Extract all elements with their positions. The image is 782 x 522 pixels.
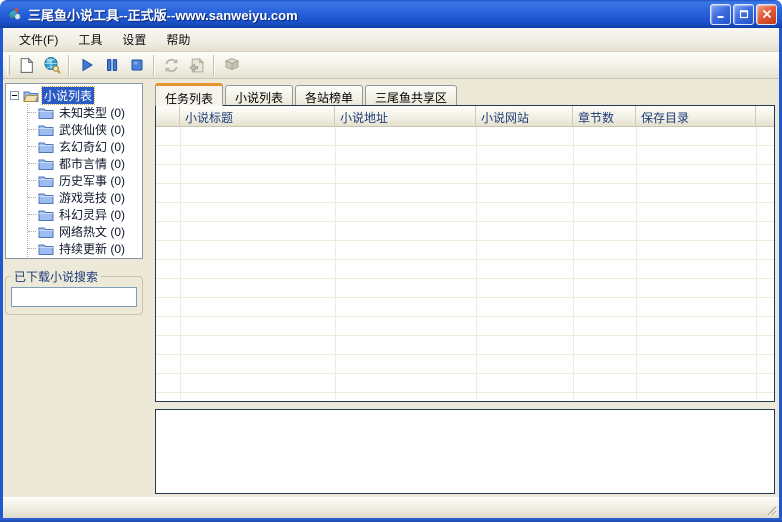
- grid-line: [756, 127, 757, 401]
- downloaded-search-label: 已下载小说搜索: [14, 270, 99, 284]
- tree-item-wuxia[interactable]: 武侠仙侠 (0): [28, 121, 142, 138]
- maximize-icon: [739, 10, 748, 19]
- folder-icon: [38, 176, 54, 187]
- toolbar: [3, 52, 779, 79]
- task-table-body: [156, 127, 774, 401]
- downloaded-search-input[interactable]: [11, 287, 137, 307]
- folder-icon: [38, 159, 54, 170]
- refresh-button: [159, 53, 184, 77]
- folder-icon: [38, 108, 54, 119]
- app-logo-icon[interactable]: [6, 6, 23, 22]
- start-button[interactable]: [74, 53, 99, 77]
- new-document-icon: [20, 56, 34, 73]
- tabstrip: 任务列表 小说列表 各站榜单 三尾鱼共享区: [153, 81, 775, 106]
- category-tree: 小说列表 未知类型 (0) 武侠仙侠 (0) 玄幻奇幻 (0) 都市言情 (0)…: [5, 83, 143, 259]
- grid-line: [573, 127, 574, 401]
- new-task-button[interactable]: [14, 53, 39, 77]
- statusbar: [3, 497, 779, 518]
- window-frame: 文件(F) 工具 设置 帮助 小说列表 未知类型 (0) 武侠仙侠 (0) 玄幻…: [0, 28, 782, 518]
- column-chapter-count[interactable]: 章节数: [573, 106, 636, 126]
- grid-line: [476, 127, 477, 401]
- tree-item-urban-romance[interactable]: 都市言情 (0): [28, 155, 142, 172]
- folder-icon: [38, 125, 54, 136]
- sidebar: 小说列表 未知类型 (0) 武侠仙侠 (0) 玄幻奇幻 (0) 都市言情 (0)…: [3, 81, 144, 497]
- tree-children: 未知类型 (0) 武侠仙侠 (0) 玄幻奇幻 (0) 都市言情 (0) 历史军事…: [27, 104, 142, 257]
- column-novel-title[interactable]: 小说标题: [180, 106, 335, 126]
- stop-icon: [131, 59, 142, 71]
- log-panel: [155, 409, 775, 494]
- titlebar[interactable]: 三尾鱼小说工具--正式版--www.sanweiyu.com: [0, 0, 782, 28]
- toolbar-separator: [68, 54, 70, 76]
- pause-icon: [106, 59, 117, 71]
- main-area: 小说列表 未知类型 (0) 武侠仙侠 (0) 玄幻奇幻 (0) 都市言情 (0)…: [3, 79, 779, 497]
- export-button: [184, 53, 209, 77]
- window-controls: [710, 3, 777, 25]
- resize-grip-icon[interactable]: [764, 503, 777, 516]
- toolbar-separator: [213, 54, 215, 76]
- folder-icon: [38, 227, 54, 238]
- close-icon: [762, 10, 771, 18]
- menubar: 文件(F) 工具 设置 帮助: [3, 28, 779, 52]
- menu-file[interactable]: 文件(F): [9, 28, 68, 51]
- toolbar-separator: [153, 54, 155, 76]
- maximize-button[interactable]: [733, 3, 754, 25]
- search-button[interactable]: [39, 53, 64, 77]
- folder-icon: [38, 193, 54, 204]
- tab-novel-list[interactable]: 小说列表: [225, 85, 294, 105]
- tree-item-scifi-supernatural[interactable]: 科幻灵异 (0): [28, 206, 142, 223]
- minimize-button[interactable]: [710, 3, 731, 25]
- column-save-directory[interactable]: 保存目录: [636, 106, 756, 126]
- window-bottom-border: [0, 518, 782, 522]
- export-page-icon: [189, 57, 205, 72]
- content-area: 任务列表 小说列表 各站榜单 三尾鱼共享区 小说标题 小说地址 小说网站 章节数…: [153, 81, 779, 497]
- tree-item-fantasy[interactable]: 玄幻奇幻 (0): [28, 138, 142, 155]
- book-icon: [224, 57, 239, 71]
- panel-splitter[interactable]: [144, 81, 153, 497]
- menu-settings[interactable]: 设置: [112, 28, 156, 51]
- collapse-icon[interactable]: [10, 91, 19, 100]
- grid-line: [636, 127, 637, 401]
- menu-tools[interactable]: 工具: [68, 28, 112, 51]
- close-button[interactable]: [756, 3, 777, 25]
- column-filler: [756, 106, 774, 126]
- folder-icon: [38, 244, 54, 255]
- menu-help[interactable]: 帮助: [156, 28, 200, 51]
- minimize-icon: [717, 16, 723, 18]
- tree-root-label: 小说列表: [40, 86, 96, 105]
- task-table: 小说标题 小说地址 小说网站 章节数 保存目录: [155, 105, 775, 402]
- column-selector[interactable]: [156, 106, 180, 126]
- tree-item-web-hot[interactable]: 网络热文 (0): [28, 223, 142, 240]
- grid-line: [180, 127, 181, 401]
- tree-item-game-sports[interactable]: 游戏竞技 (0): [28, 189, 142, 206]
- task-table-header: 小说标题 小说地址 小说网站 章节数 保存目录: [156, 106, 774, 127]
- folder-icon: [38, 142, 54, 153]
- downloaded-search-group: 已下载小说搜索: [5, 268, 143, 315]
- tree-root-novel-list[interactable]: 小说列表: [10, 86, 142, 105]
- window-title: 三尾鱼小说工具--正式版--www.sanweiyu.com: [28, 7, 298, 23]
- grid-line: [335, 127, 336, 401]
- search-globe-icon: [44, 57, 61, 74]
- column-novel-url[interactable]: 小说地址: [335, 106, 476, 126]
- tab-site-rankings[interactable]: 各站榜单: [295, 85, 364, 105]
- tree-item-unknown[interactable]: 未知类型 (0): [28, 104, 142, 121]
- pause-button[interactable]: [99, 53, 124, 77]
- play-icon: [82, 58, 93, 72]
- stop-button[interactable]: [124, 53, 149, 77]
- tree-item-ongoing-updates[interactable]: 持续更新 (0): [28, 240, 142, 257]
- column-novel-site[interactable]: 小说网站: [476, 106, 573, 126]
- refresh-icon: [165, 58, 178, 72]
- toolbar-grip[interactable]: [7, 55, 10, 75]
- tree-item-history-military[interactable]: 历史军事 (0): [28, 172, 142, 189]
- tab-task-list[interactable]: 任务列表: [155, 83, 224, 106]
- tab-share-zone[interactable]: 三尾鱼共享区: [365, 85, 458, 105]
- library-button: [219, 53, 244, 77]
- open-folder-icon: [23, 91, 39, 102]
- folder-icon: [38, 210, 54, 221]
- app-window: 三尾鱼小说工具--正式版--www.sanweiyu.com 文件(F) 工具 …: [0, 0, 782, 522]
